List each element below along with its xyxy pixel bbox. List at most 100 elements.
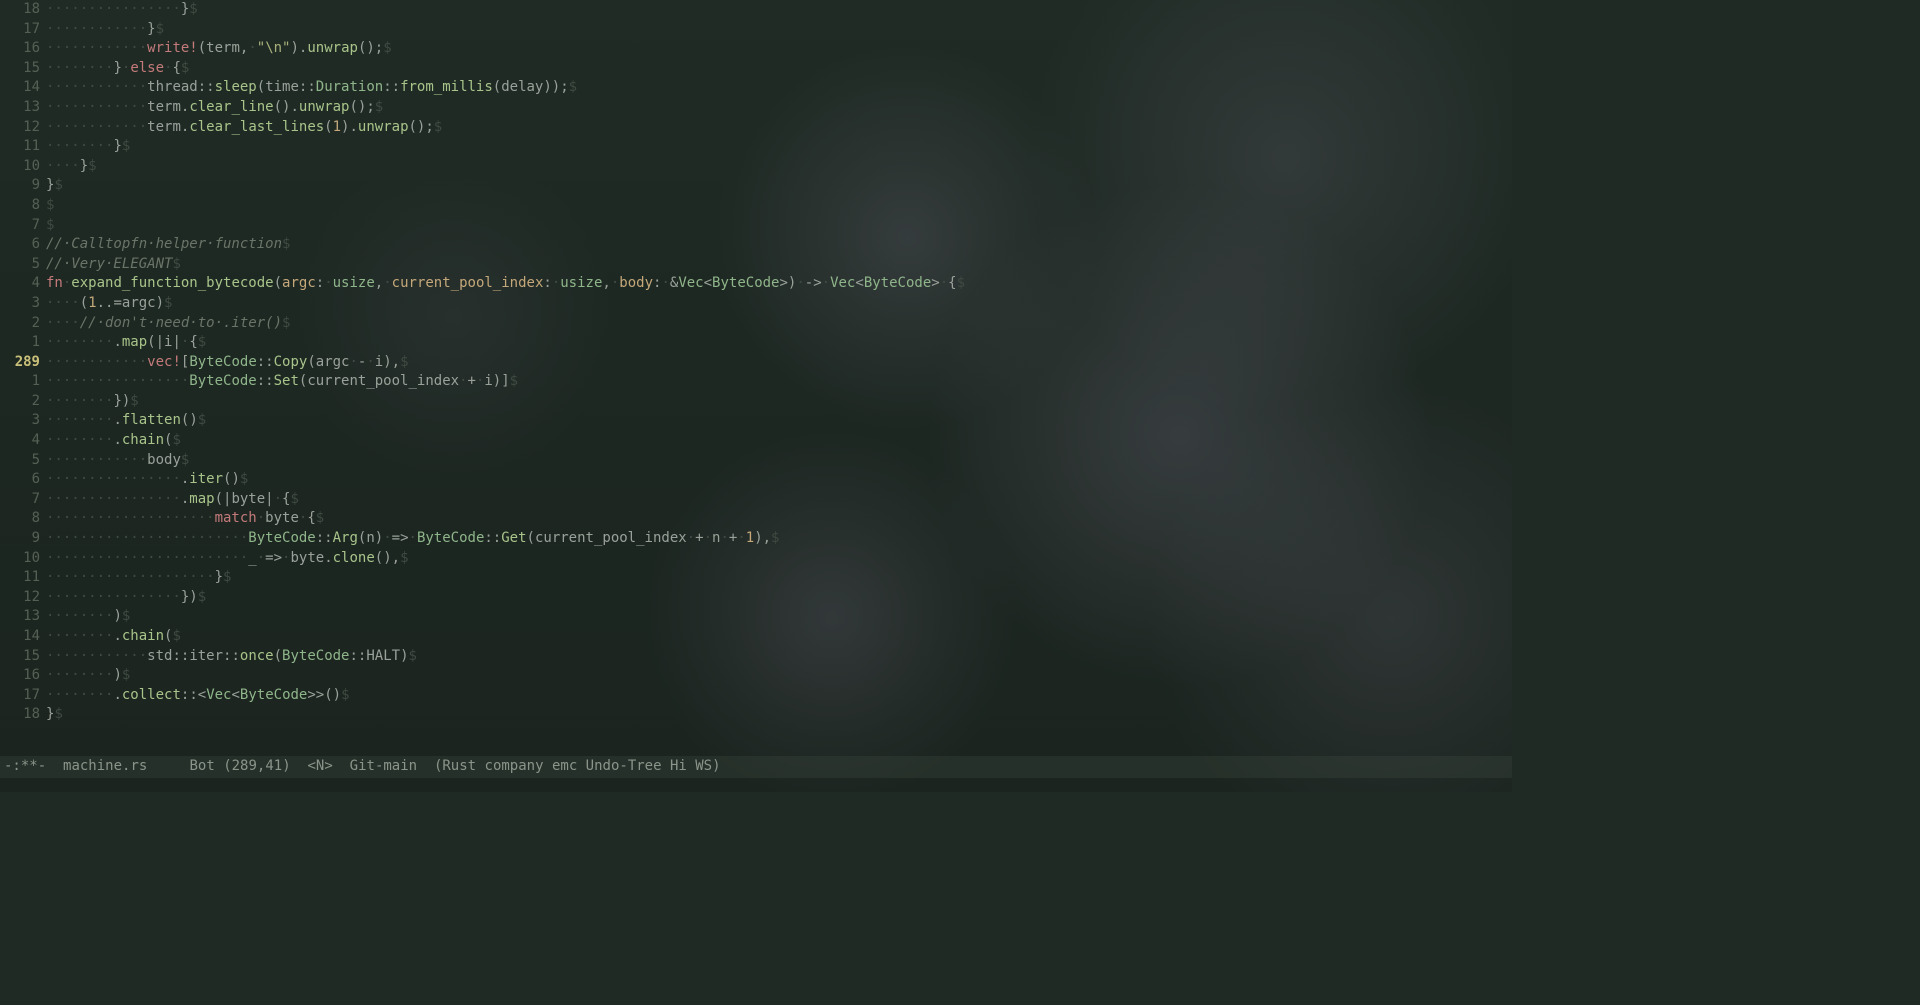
code-line[interactable]: 12················})$ xyxy=(0,588,1512,608)
code-line[interactable]: 18}$ xyxy=(0,705,1512,725)
code-content[interactable]: ····}$ xyxy=(46,157,1512,177)
code-line[interactable]: 8····················match·byte·{$ xyxy=(0,509,1512,529)
code-content[interactable]: ············vec![ByteCode::Copy(argc·-·i… xyxy=(46,353,1512,373)
code-content[interactable]: ········.flatten()$ xyxy=(46,411,1512,431)
code-line[interactable]: 289············vec![ByteCode::Copy(argc·… xyxy=(0,353,1512,373)
code-line[interactable]: 1········.map(|i|·{$ xyxy=(0,333,1512,353)
code-content[interactable]: ············std::iter::once(ByteCode::HA… xyxy=(46,647,1512,667)
code-line[interactable]: 5//·Very·ELEGANT$ xyxy=(0,255,1512,275)
code-line[interactable]: 9}$ xyxy=(0,176,1512,196)
code-content[interactable]: ····//·don't·need·to·.iter()$ xyxy=(46,314,1512,334)
code-content[interactable]: ············body$ xyxy=(46,451,1512,471)
code-content[interactable]: ········.collect::<Vec<ByteCode>>()$ xyxy=(46,686,1512,706)
token-pn: } xyxy=(80,158,88,174)
code-line[interactable]: 14············thread::sleep(time::Durati… xyxy=(0,78,1512,98)
code-content[interactable]: ····················}$ xyxy=(46,568,1512,588)
code-line[interactable]: 3····(1..=argc)$ xyxy=(0,294,1512,314)
code-content[interactable]: ········.chain($ xyxy=(46,431,1512,451)
code-content[interactable]: ········}$ xyxy=(46,137,1512,157)
line-number: 6 xyxy=(0,235,46,255)
code-line[interactable]: 6················.iter()$ xyxy=(0,470,1512,490)
code-content[interactable]: ················}$ xyxy=(46,0,1512,20)
code-line[interactable]: 5············body$ xyxy=(0,451,1512,471)
token-ws: ················ xyxy=(46,1,181,17)
token-fn: unwrap xyxy=(299,99,350,115)
line-number: 6 xyxy=(0,470,46,490)
code-content[interactable]: ················.map(|byte|·{$ xyxy=(46,490,1512,510)
code-content[interactable]: ················.iter()$ xyxy=(46,470,1512,490)
code-content[interactable]: ········)$ xyxy=(46,666,1512,686)
code-line[interactable]: 7················.map(|byte|·{$ xyxy=(0,490,1512,510)
code-content[interactable]: ·················ByteCode::Set(current_p… xyxy=(46,372,1512,392)
code-line[interactable]: 15········}·else·{$ xyxy=(0,59,1512,79)
code-content[interactable]: $ xyxy=(46,216,1512,236)
code-content[interactable]: ········}·else·{$ xyxy=(46,59,1512,79)
token-ws: · xyxy=(552,275,560,291)
code-line[interactable]: 12············term.clear_last_lines(1).u… xyxy=(0,118,1512,138)
code-line[interactable]: 4fn·expand_function_bytecode(argc:·usize… xyxy=(0,274,1512,294)
code-line[interactable]: 10····}$ xyxy=(0,157,1512,177)
code-content[interactable]: ········.map(|i|·{$ xyxy=(46,333,1512,353)
token-id: current_pool_index xyxy=(535,530,687,546)
code-content[interactable]: ····················match·byte·{$ xyxy=(46,509,1512,529)
code-content[interactable]: ········)$ xyxy=(46,607,1512,627)
token-pn: ) xyxy=(290,40,298,56)
token-ws: ········ xyxy=(46,687,113,703)
token-eol: $ xyxy=(46,197,54,213)
line-number: 2 xyxy=(0,392,46,412)
code-line[interactable]: 10························_·=>·byte.clon… xyxy=(0,549,1512,569)
token-eol: $ xyxy=(223,569,231,585)
token-pn: . xyxy=(113,334,121,350)
code-line[interactable]: 3········.flatten()$ xyxy=(0,411,1512,431)
code-line[interactable]: 1·················ByteCode::Set(current_… xyxy=(0,372,1512,392)
modeline-filename: machine.rs xyxy=(63,757,147,777)
token-pn: :: xyxy=(383,79,400,95)
code-line[interactable]: 7$ xyxy=(0,216,1512,236)
code-content[interactable]: ····(1..=argc)$ xyxy=(46,294,1512,314)
token-id: delay xyxy=(501,79,543,95)
code-content[interactable]: $ xyxy=(46,196,1512,216)
code-content[interactable]: ················})$ xyxy=(46,588,1512,608)
token-eol: $ xyxy=(172,628,180,644)
line-number: 17 xyxy=(0,20,46,40)
code-content[interactable]: ························ByteCode::Arg(n)… xyxy=(46,529,1512,549)
code-editor[interactable]: 18················}$17············}$16··… xyxy=(0,0,1512,725)
code-line[interactable]: 18················}$ xyxy=(0,0,1512,20)
token-pn: | xyxy=(172,334,180,350)
code-content[interactable]: ············term.clear_last_lines(1).unw… xyxy=(46,118,1512,138)
code-content[interactable]: }$ xyxy=(46,176,1512,196)
code-content[interactable]: ············thread::sleep(time::Duration… xyxy=(46,78,1512,98)
code-line[interactable]: 11········}$ xyxy=(0,137,1512,157)
code-line[interactable]: 2····//·don't·need·to·.iter()$ xyxy=(0,314,1512,334)
code-line[interactable]: 17············}$ xyxy=(0,20,1512,40)
code-content[interactable]: ············term.clear_line().unwrap();$ xyxy=(46,98,1512,118)
code-content[interactable]: ········})$ xyxy=(46,392,1512,412)
code-line[interactable]: 13········)$ xyxy=(0,607,1512,627)
code-line[interactable]: 11····················}$ xyxy=(0,568,1512,588)
code-line[interactable]: 4········.chain($ xyxy=(0,431,1512,451)
code-line[interactable]: 16········)$ xyxy=(0,666,1512,686)
code-line[interactable]: 14········.chain($ xyxy=(0,627,1512,647)
token-ws: · xyxy=(661,275,669,291)
token-ws: ···· xyxy=(46,295,80,311)
code-content[interactable]: }$ xyxy=(46,705,1512,725)
code-content[interactable]: fn·expand_function_bytecode(argc:·usize,… xyxy=(46,274,1512,294)
code-content[interactable]: ························_·=>·byte.clone(… xyxy=(46,549,1512,569)
token-pn: . xyxy=(113,687,121,703)
code-line[interactable]: 16············write!(term,·"\n").unwrap(… xyxy=(0,39,1512,59)
code-content[interactable]: ············}$ xyxy=(46,20,1512,40)
code-line[interactable]: 17········.collect::<Vec<ByteCode>>()$ xyxy=(0,686,1512,706)
code-line[interactable]: 8$ xyxy=(0,196,1512,216)
code-line[interactable]: 2········})$ xyxy=(0,392,1512,412)
code-line[interactable]: 15············std::iter::once(ByteCode::… xyxy=(0,647,1512,667)
code-content[interactable]: //·Very·ELEGANT$ xyxy=(46,255,1512,275)
code-content[interactable]: ········.chain($ xyxy=(46,627,1512,647)
code-content[interactable]: ············write!(term,·"\n").unwrap();… xyxy=(46,39,1512,59)
code-line[interactable]: 9························ByteCode::Arg(n… xyxy=(0,529,1512,549)
token-pn: } xyxy=(113,138,121,154)
token-fn: clear_line xyxy=(189,99,273,115)
code-line[interactable]: 6//·Calltopfn·helper·function$ xyxy=(0,235,1512,255)
token-id: n xyxy=(366,530,374,546)
code-content[interactable]: //·Calltopfn·helper·function$ xyxy=(46,235,1512,255)
code-line[interactable]: 13············term.clear_line().unwrap()… xyxy=(0,98,1512,118)
